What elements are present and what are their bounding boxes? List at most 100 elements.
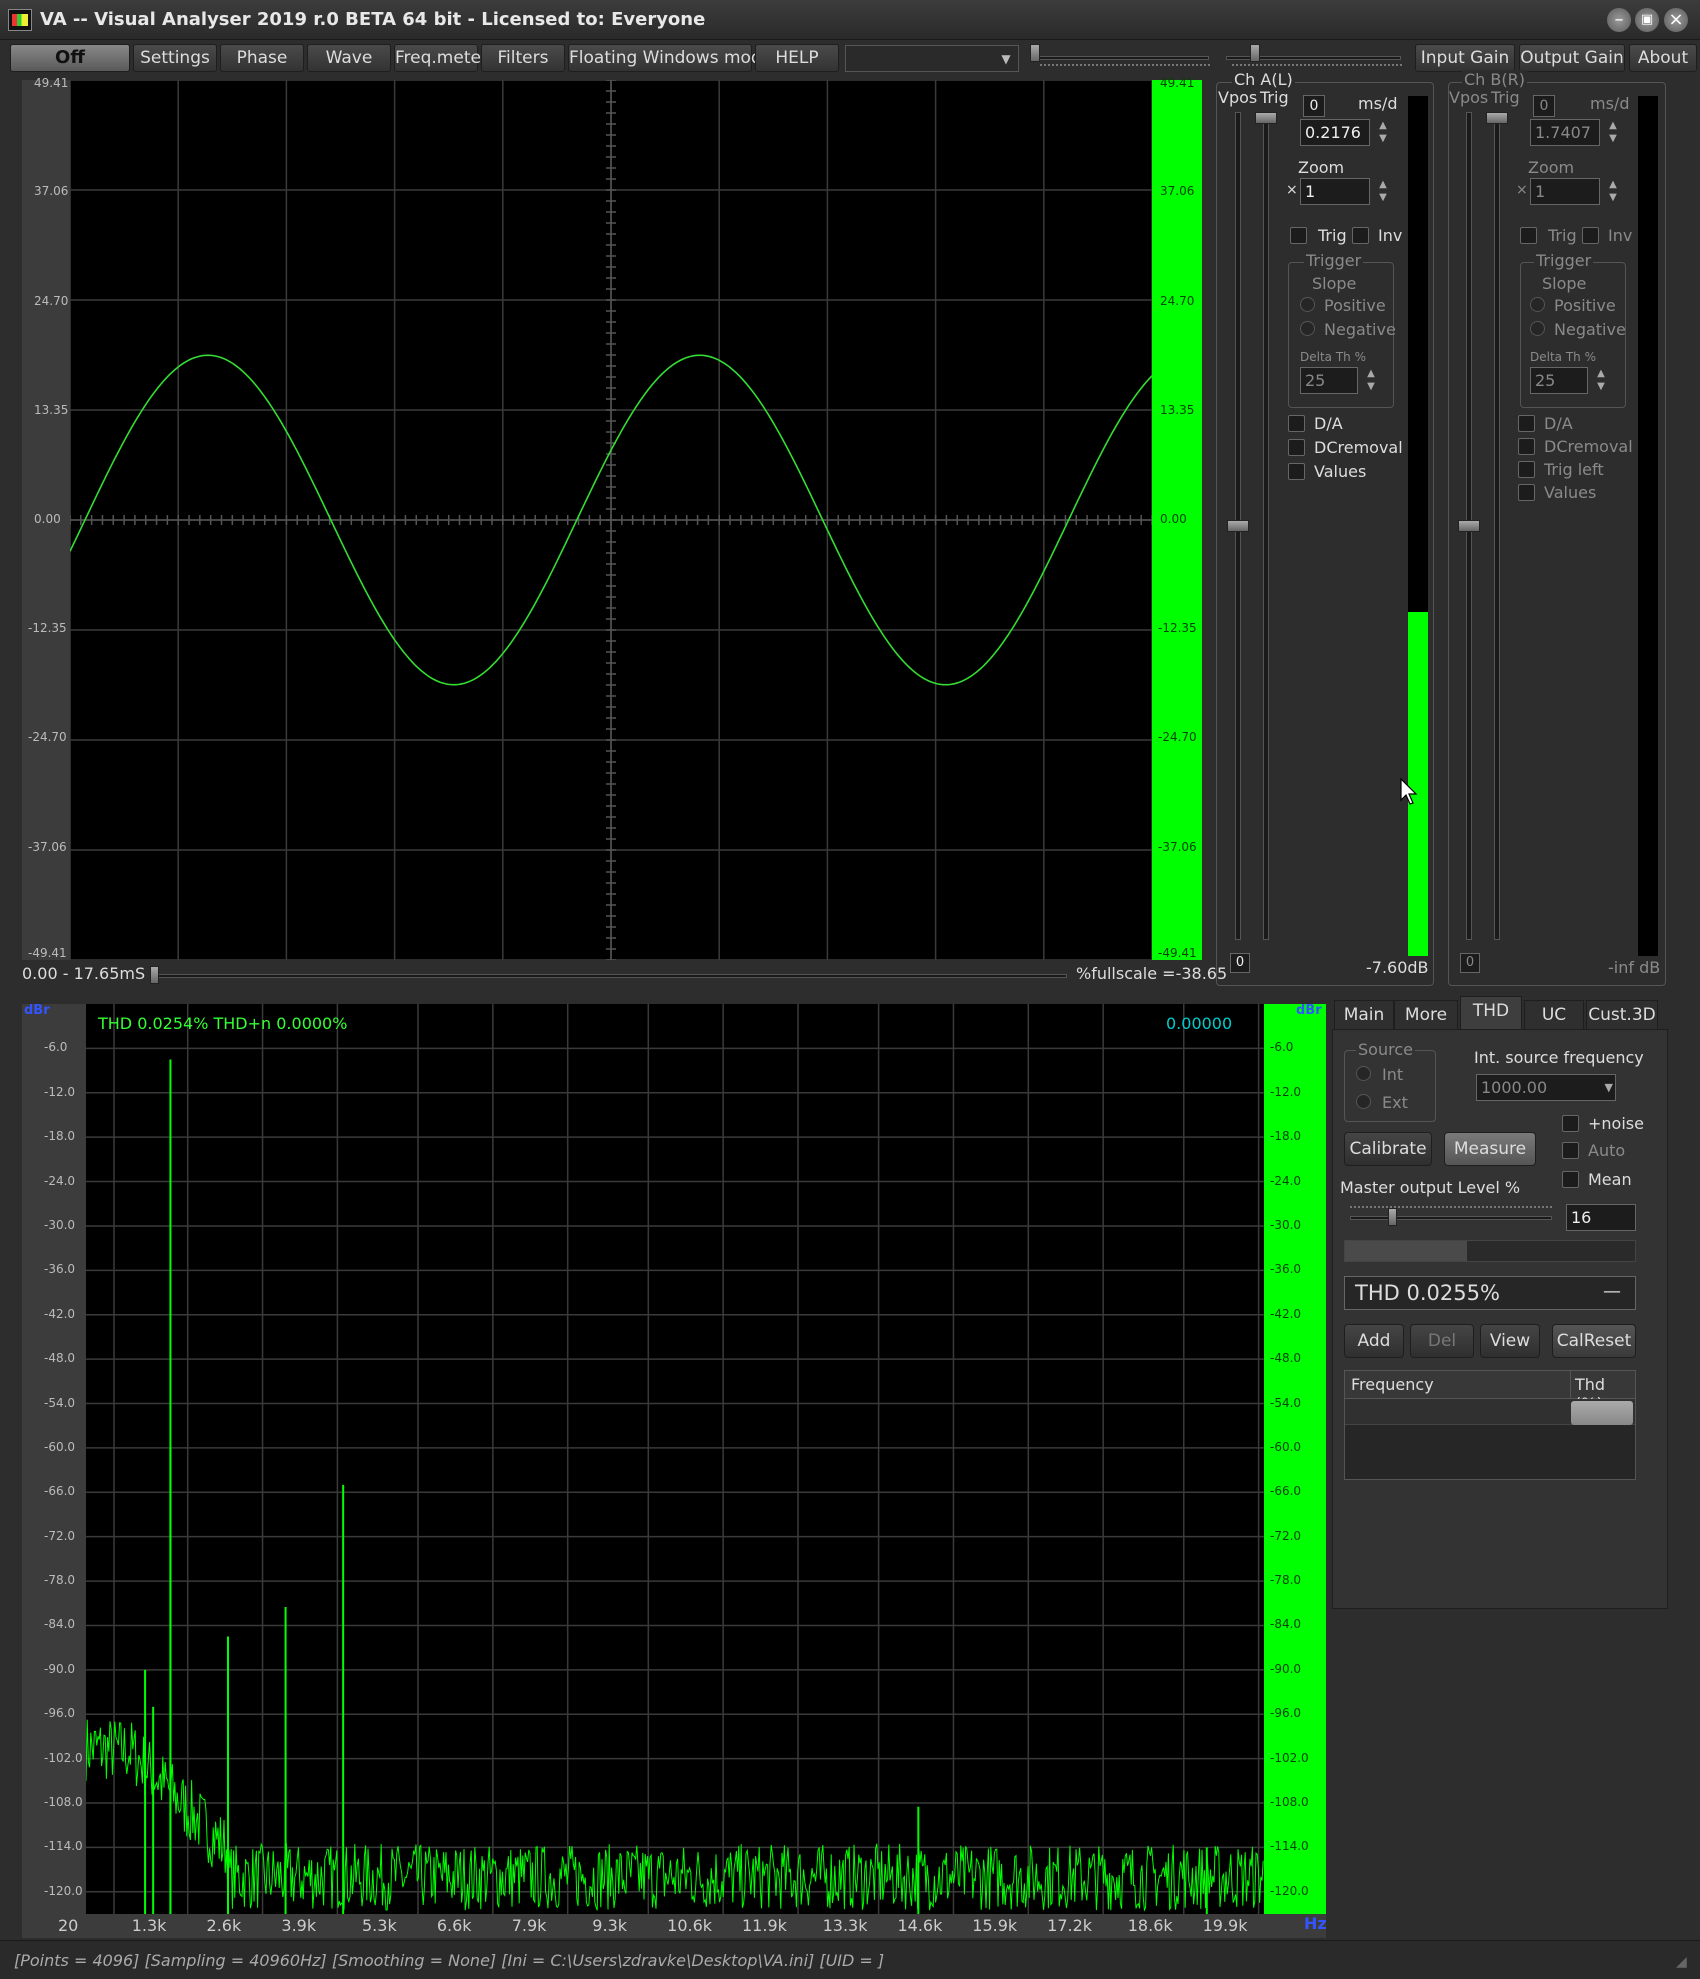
phase-button[interactable]: Phase [220,44,304,72]
channel-a-zoom-spinner[interactable]: ▲ ▼ [1374,178,1392,205]
input-gain-slider[interactable] [1034,56,1209,60]
resize-grip-icon[interactable]: ◢ [1676,1954,1687,1970]
channel-b-bottom-zero[interactable]: 0 [1460,953,1480,973]
channel-a-delta-label: Delta Th % [1300,350,1366,364]
channel-b-trig-check-label: Trig [1548,226,1577,245]
help-button[interactable]: HELP [755,44,839,72]
chevron-down-icon[interactable]: ▼ [996,49,1016,69]
channel-b-inv-checkbox[interactable] [1582,227,1599,244]
master-output-slider[interactable] [1350,1216,1552,1220]
tab-uc[interactable]: UC [1524,1000,1584,1030]
channel-a-bottom-zero[interactable]: 0 [1230,953,1250,973]
minimize-icon[interactable]: – [1607,8,1631,32]
about-button[interactable]: About [1629,44,1697,72]
input-gain-thumb[interactable] [1030,44,1040,62]
channel-a-zoom-input[interactable]: 1 [1300,178,1370,205]
channel-b-delta-input[interactable]: 25 [1530,367,1588,394]
freq-meter-button[interactable]: Freq.meter [394,44,488,72]
thd-mean-checkbox[interactable] [1562,1171,1579,1188]
channel-a-dcremoval-checkbox[interactable] [1288,439,1305,456]
calibrate-button[interactable]: Calibrate [1344,1132,1432,1166]
channel-a-level-meter [1408,96,1428,956]
scope-ytick-left: -37.06 [28,840,67,854]
channel-b-trig-left-checkbox[interactable] [1518,461,1535,478]
oscilloscope-display[interactable] [70,80,1152,960]
tab-main[interactable]: Main [1334,1000,1394,1030]
thd-progress-fill [1345,1241,1467,1261]
wave-button[interactable]: Wave [307,44,391,72]
maximize-icon[interactable]: ▣ [1635,8,1659,32]
scope-ytick-left: 37.06 [34,184,69,198]
channel-a-delta-input[interactable]: 25 [1300,367,1358,394]
channel-a-trig-thumb[interactable] [1255,112,1277,124]
spectrum-ytick-right: -18.0 [1270,1129,1302,1144]
toolbar-combo[interactable]: ▼ [845,45,1019,72]
off-button[interactable]: Off [10,44,130,72]
master-output-input[interactable]: 16 [1566,1204,1636,1231]
channel-a-zero-button[interactable]: 0 [1303,95,1325,117]
scope-time-scrollbar[interactable] [152,974,1067,978]
scope-ytick-right: 0.00 [1160,512,1187,526]
measure-button[interactable]: Measure [1444,1132,1536,1166]
tab-cust3d[interactable]: Cust.3D [1586,1000,1658,1030]
thd-auto-checkbox[interactable] [1562,1142,1579,1159]
channel-b-negative-radio[interactable] [1530,321,1545,336]
scope-ytick-left: 0.00 [34,512,61,526]
table-header-thd[interactable]: Thd (%) [1571,1371,1635,1413]
tab-more[interactable]: More [1394,1000,1458,1030]
channel-b-zero-button[interactable]: 0 [1533,95,1555,117]
channel-a-da-checkbox[interactable] [1288,415,1305,432]
filters-button[interactable]: Filters [481,44,565,72]
channel-b-trig-thumb[interactable] [1486,112,1508,124]
channel-a-vpos-thumb[interactable] [1227,520,1249,532]
master-output-ticks [1350,1206,1552,1210]
spectrum-thd-text: THD 0.0254% THD+n 0.0000% [98,1014,348,1033]
channel-b-da-checkbox[interactable] [1518,415,1535,432]
del-button[interactable]: Del [1410,1324,1474,1358]
spectrum-display[interactable] [86,1004,1264,1914]
channel-b-delta-label: Delta Th % [1530,350,1596,364]
channel-b-zoom-input[interactable]: 1 [1530,178,1600,205]
output-gain-ticks [1232,64,1402,68]
channel-a-ms-input[interactable]: 0.2176 [1300,119,1370,146]
thd-noise-checkbox[interactable] [1562,1115,1579,1132]
channel-a-negative-radio[interactable] [1300,321,1315,336]
output-gain-thumb[interactable] [1250,44,1260,62]
thd-int-radio[interactable] [1356,1066,1371,1081]
channel-a-values-checkbox[interactable] [1288,463,1305,480]
channel-a-trigger-label: Trigger [1304,251,1364,270]
channel-b-ms-spinner[interactable]: ▲ ▼ [1604,119,1622,146]
chevron-down-icon[interactable]: ▼ [1605,1075,1613,1100]
spectrum-ytick-left: -6.0 [44,1040,68,1055]
table-scroll-thumb[interactable] [1571,1401,1633,1425]
thd-ext-radio[interactable] [1356,1094,1371,1109]
input-gain-button[interactable]: Input Gain [1415,44,1515,72]
channel-a-inv-checkbox[interactable] [1352,227,1369,244]
calreset-button[interactable]: CalReset [1552,1324,1636,1358]
channel-b-values-checkbox[interactable] [1518,484,1535,501]
add-button[interactable]: Add [1344,1324,1404,1358]
channel-b-dcremoval-checkbox[interactable] [1518,438,1535,455]
output-gain-button[interactable]: Output Gain [1519,44,1625,72]
channel-a-ms-spinner[interactable]: ▲ ▼ [1374,119,1392,146]
view-button[interactable]: View [1480,1324,1540,1358]
channel-b-zoom-spinner[interactable]: ▲ ▼ [1604,178,1622,205]
settings-button[interactable]: Settings [133,44,217,72]
channel-a-positive-radio[interactable] [1300,297,1315,312]
close-icon[interactable]: × [1664,8,1688,32]
floating-windows-button[interactable]: Floating Windows mode [568,44,772,72]
thd-int-freq-select[interactable]: 1000.00 ▼ [1476,1074,1616,1101]
channel-b-vpos-thumb[interactable] [1458,520,1480,532]
channel-a-delta-spinner[interactable]: ▲ ▼ [1362,367,1380,394]
channel-b-trig-checkbox[interactable] [1520,227,1537,244]
scope-time-thumb[interactable] [150,966,159,984]
channel-a-trig-checkbox[interactable] [1290,227,1307,244]
master-output-thumb[interactable] [1388,1208,1398,1226]
channel-b-positive-radio[interactable] [1530,297,1545,312]
tab-thd[interactable]: THD [1460,996,1522,1030]
table-header-frequency[interactable]: Frequency [1345,1371,1571,1399]
channel-b-delta-spinner[interactable]: ▲ ▼ [1592,367,1610,394]
channel-b-ms-input[interactable]: 1.7407 [1530,119,1600,146]
channel-a-trig-slider[interactable] [1263,112,1269,940]
channel-b-trig-slider[interactable] [1494,112,1500,940]
